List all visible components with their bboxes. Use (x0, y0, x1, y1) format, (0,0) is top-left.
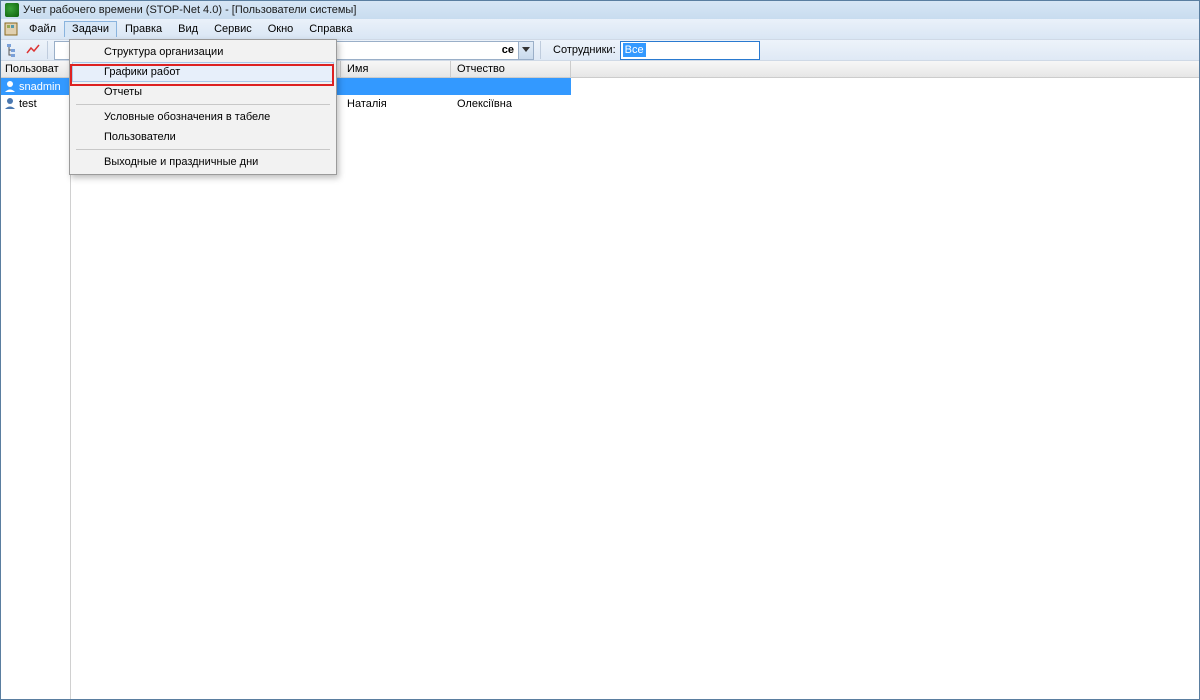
window-title: Учет рабочего времени (STOP-Net 4.0) - [… (23, 4, 356, 16)
menu-view[interactable]: Вид (170, 21, 206, 37)
toolbar-divider-2 (540, 41, 541, 59)
cell (451, 86, 571, 88)
menu-window[interactable]: Окно (260, 21, 302, 37)
menu-service[interactable]: Сервис (206, 21, 260, 37)
menubar: Файл Задачи Правка Вид Сервис Окно Справ… (1, 19, 1199, 39)
employees-label: Сотрудники: (553, 44, 616, 56)
cell: Наталія (341, 97, 451, 111)
dd-reports[interactable]: Отчеты (72, 82, 334, 102)
user-icon (4, 97, 17, 110)
dropdown-separator (76, 149, 330, 150)
dd-timesheet-legend[interactable]: Условные обозначения в табеле (72, 107, 334, 127)
chart-icon[interactable] (25, 42, 41, 58)
list-item-label: snadmin (19, 81, 61, 93)
dd-users[interactable]: Пользователи (72, 127, 334, 147)
users-list-header: Пользоват (1, 61, 70, 78)
dd-work-schedules[interactable]: Графики работ (72, 62, 334, 82)
menu-edit[interactable]: Правка (117, 21, 170, 37)
cell: Олексіївна (451, 97, 571, 111)
list-item[interactable]: test (1, 95, 70, 112)
list-item-label: test (19, 98, 37, 110)
users-list-pane: Пользоват snadmin test (1, 61, 71, 699)
tasks-dropdown: Структура организации Графики работ Отче… (69, 39, 337, 175)
menu-tasks[interactable]: Задачи (64, 21, 117, 37)
dd-org-structure[interactable]: Структура организации (72, 42, 334, 62)
employees-filter-value: Все (623, 43, 646, 57)
grid-col-1[interactable]: Имя (341, 61, 451, 77)
dd-holidays[interactable]: Выходные и праздничные дни (72, 152, 334, 172)
app-icon (5, 3, 19, 17)
cell (341, 86, 451, 88)
menu-file[interactable]: Файл (21, 21, 64, 37)
chevron-down-icon[interactable] (518, 42, 533, 59)
titlebar: Учет рабочего времени (STOP-Net 4.0) - [… (1, 1, 1199, 19)
employees-filter[interactable]: Все (620, 41, 760, 60)
menu-help[interactable]: Справка (301, 21, 360, 37)
grid-col-2[interactable]: Отчество (451, 61, 571, 77)
app-window: Учет рабочего времени (STOP-Net 4.0) - [… (0, 0, 1200, 700)
child-window-icon[interactable] (3, 21, 19, 37)
dropdown-separator (76, 104, 330, 105)
toolbar-divider (47, 41, 48, 59)
list-item[interactable]: snadmin (1, 78, 70, 95)
tree-icon[interactable] (5, 42, 21, 58)
user-icon (4, 80, 17, 93)
